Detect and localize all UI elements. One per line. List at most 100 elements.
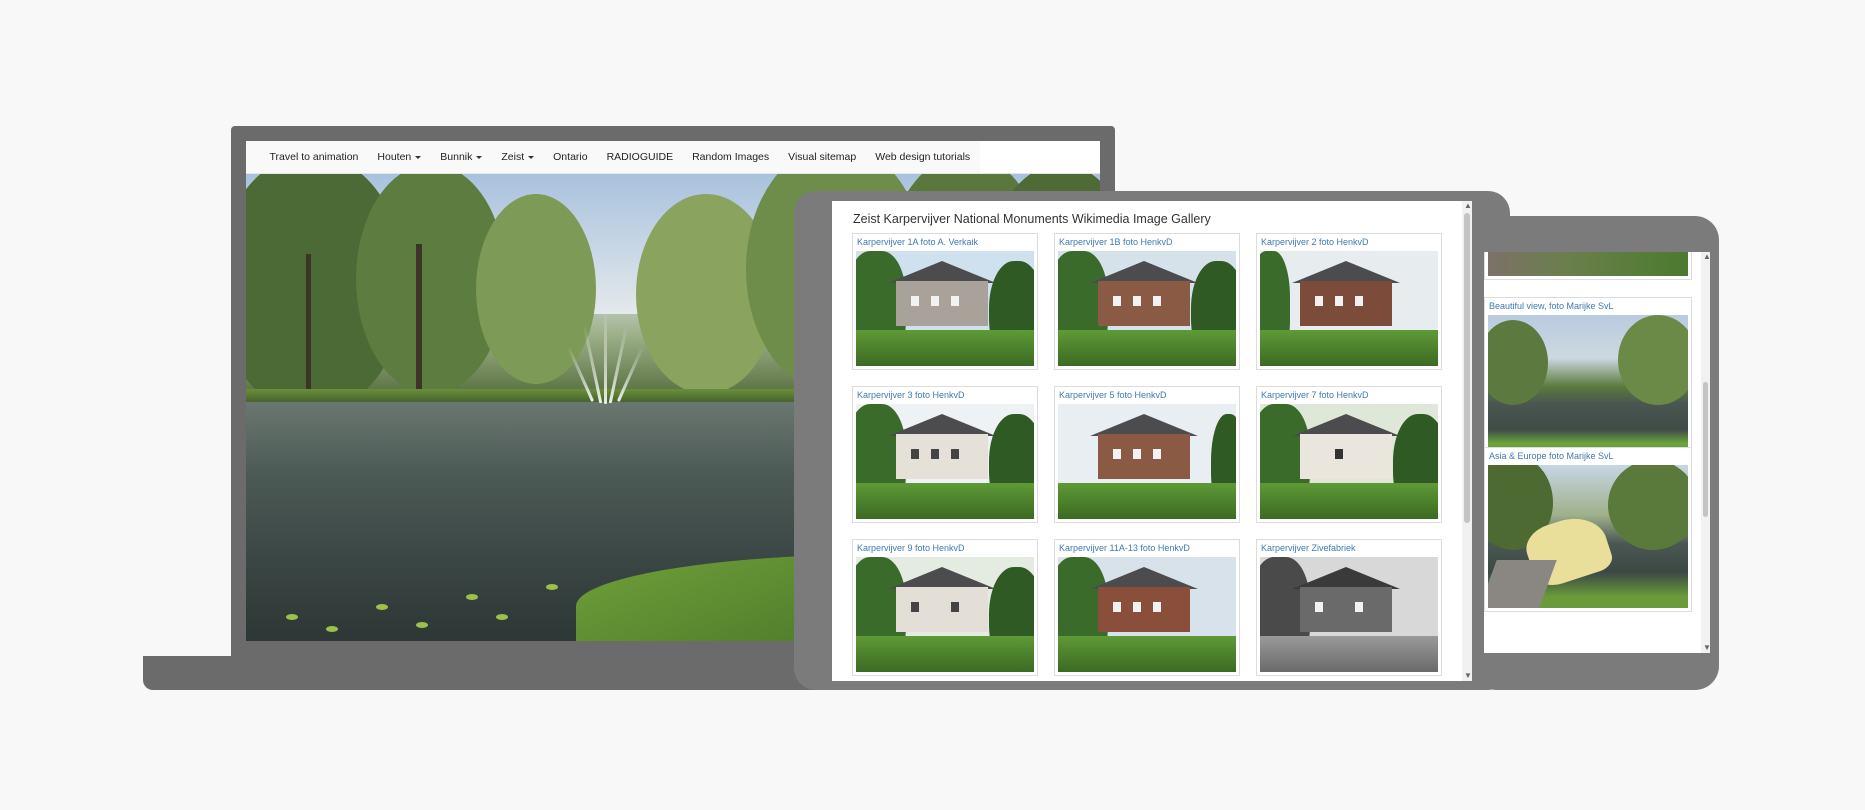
window	[931, 296, 939, 306]
nav-travel-to-animation[interactable]: Travel to animation	[260, 151, 368, 163]
card-title-link[interactable]: Asia & Europe foto Marijke SvL	[1485, 448, 1691, 465]
gallery-thumbnail[interactable]	[1058, 557, 1236, 672]
gallery-card[interactable]: Asia & Europe foto Marijke SvL	[1484, 447, 1692, 612]
tree	[1618, 315, 1688, 405]
gallery-card[interactable]: Beautiful view, foto Marijke SvL	[1484, 297, 1692, 462]
roof	[1292, 567, 1400, 589]
card-title-link[interactable]: Karpervijver 9 foto HenkvD	[853, 540, 1037, 557]
house	[896, 281, 988, 326]
gallery-card[interactable]: Karpervijver 3 foto HenkvD	[852, 386, 1038, 523]
roof	[1292, 261, 1400, 283]
window	[1315, 296, 1323, 306]
gallery-thumbnail[interactable]	[1058, 251, 1236, 366]
gallery-thumbnail[interactable]	[1260, 557, 1438, 672]
nav-bunnik-dropdown[interactable]: Bunnik	[431, 151, 492, 163]
nav-ontario[interactable]: Ontario	[544, 151, 597, 163]
gallery-thumbnail[interactable]	[1488, 465, 1688, 608]
house	[1098, 434, 1190, 479]
lawn	[1058, 330, 1236, 366]
card-title-link[interactable]: Karpervijver 1B foto HenkvD	[1055, 234, 1239, 251]
gallery-card[interactable]: Karpervijver 2 foto HenkvD	[1256, 233, 1442, 370]
caret-down-icon	[528, 155, 535, 159]
phone-screen: Beautiful view, foto Marijke SvL Asia & …	[1484, 252, 1710, 653]
lawn	[1058, 483, 1236, 519]
gallery-card[interactable]: Karpervijver Zivefabriek	[1256, 539, 1442, 676]
lawn	[1260, 636, 1438, 672]
nav-visual-sitemap[interactable]: Visual sitemap	[779, 151, 866, 163]
roof	[1090, 414, 1198, 436]
card-title-link[interactable]: Karpervijver 2 foto HenkvD	[1257, 234, 1441, 251]
house	[1300, 587, 1392, 632]
gallery-thumbnail[interactable]	[856, 251, 1034, 366]
nav-random-images[interactable]: Random Images	[683, 151, 779, 163]
gallery-thumbnail[interactable]	[1260, 404, 1438, 519]
tablet-scrollbar-thumb[interactable]	[1464, 213, 1470, 523]
tree-trunk	[416, 244, 422, 394]
nav-label: RADIOGUIDE	[606, 151, 674, 163]
nav-zeist-dropdown[interactable]: Zeist	[492, 151, 544, 163]
gallery-thumbnail[interactable]	[856, 404, 1034, 519]
scroll-down-arrow-icon[interactable]: ▼	[1703, 643, 1710, 652]
window	[911, 602, 919, 612]
roof	[888, 414, 996, 436]
nav-label: Visual sitemap	[788, 151, 857, 163]
window	[1355, 602, 1363, 612]
house	[1098, 281, 1190, 326]
window	[1113, 296, 1121, 306]
window	[951, 296, 959, 306]
card-title-link[interactable]: Karpervijver 3 foto HenkvD	[853, 387, 1037, 404]
gallery-thumbnail[interactable]	[1058, 404, 1236, 519]
house	[1098, 587, 1190, 632]
card-title-link[interactable]: Karpervijver 11A-13 foto HenkvD	[1055, 540, 1239, 557]
gallery-card[interactable]	[1484, 252, 1692, 280]
nav-label: Zeist	[501, 151, 525, 163]
scroll-down-arrow-icon[interactable]: ▼	[1464, 671, 1472, 680]
card-title-link[interactable]: Karpervijver 7 foto HenkvD	[1257, 387, 1441, 404]
gallery-card[interactable]: Karpervijver 5 foto HenkvD	[1054, 386, 1240, 523]
house	[896, 587, 988, 632]
lily-pad	[416, 622, 428, 628]
nav-web-design-tutorials[interactable]: Web design tutorials	[866, 151, 980, 163]
window	[1133, 602, 1141, 612]
nav-label: Travel to animation	[269, 151, 359, 163]
card-title-link[interactable]: Karpervijver Zivefabriek	[1257, 540, 1441, 557]
gallery-thumbnail[interactable]	[1260, 251, 1438, 366]
house	[1300, 281, 1392, 326]
phone-scrollbar-thumb[interactable]	[1703, 382, 1708, 517]
card-title-link[interactable]: Karpervijver 1A foto A. Verkaik	[853, 234, 1037, 251]
scroll-up-arrow-icon[interactable]: ▲	[1464, 201, 1472, 210]
gallery-thumbnail[interactable]	[1488, 315, 1688, 458]
gallery-thumbnail[interactable]	[1488, 252, 1688, 276]
gallery-card[interactable]: Karpervijver 11A-13 foto HenkvD	[1054, 539, 1240, 676]
gallery-thumbnail[interactable]	[856, 557, 1034, 672]
caret-down-icon	[476, 155, 483, 159]
tree	[1488, 320, 1548, 405]
window	[911, 449, 919, 459]
navbar: Travel to animation Houten Bunnik Zeist …	[246, 141, 1100, 174]
stone-path	[1488, 560, 1557, 608]
gallery-card[interactable]: Karpervijver 9 foto HenkvD	[852, 539, 1038, 676]
gallery-card[interactable]: Karpervijver 1B foto HenkvD	[1054, 233, 1240, 370]
window	[951, 449, 959, 459]
window	[931, 449, 939, 459]
roof	[1090, 567, 1198, 589]
tree	[1608, 465, 1688, 550]
lily-pad	[466, 594, 478, 600]
house	[896, 434, 988, 479]
window	[1133, 449, 1141, 459]
card-title-link[interactable]: Beautiful view, foto Marijke SvL	[1485, 298, 1691, 315]
lawn	[1260, 330, 1438, 366]
scroll-up-arrow-icon[interactable]: ▲	[1703, 252, 1710, 261]
nav-radioguide[interactable]: RADIOGUIDE	[597, 151, 683, 163]
window	[1355, 296, 1363, 306]
roof	[1292, 414, 1400, 436]
gallery-card[interactable]: Karpervijver 7 foto HenkvD	[1256, 386, 1442, 523]
lily-pad	[286, 614, 298, 620]
window	[951, 602, 959, 612]
nav-menu: Travel to animation Houten Bunnik Zeist …	[246, 141, 980, 173]
nav-houten-dropdown[interactable]: Houten	[368, 151, 431, 163]
window	[1153, 449, 1161, 459]
card-title-link[interactable]: Karpervijver 5 foto HenkvD	[1055, 387, 1239, 404]
gallery-card[interactable]: Karpervijver 1A foto A. Verkaik	[852, 233, 1038, 370]
lawn	[856, 483, 1034, 519]
